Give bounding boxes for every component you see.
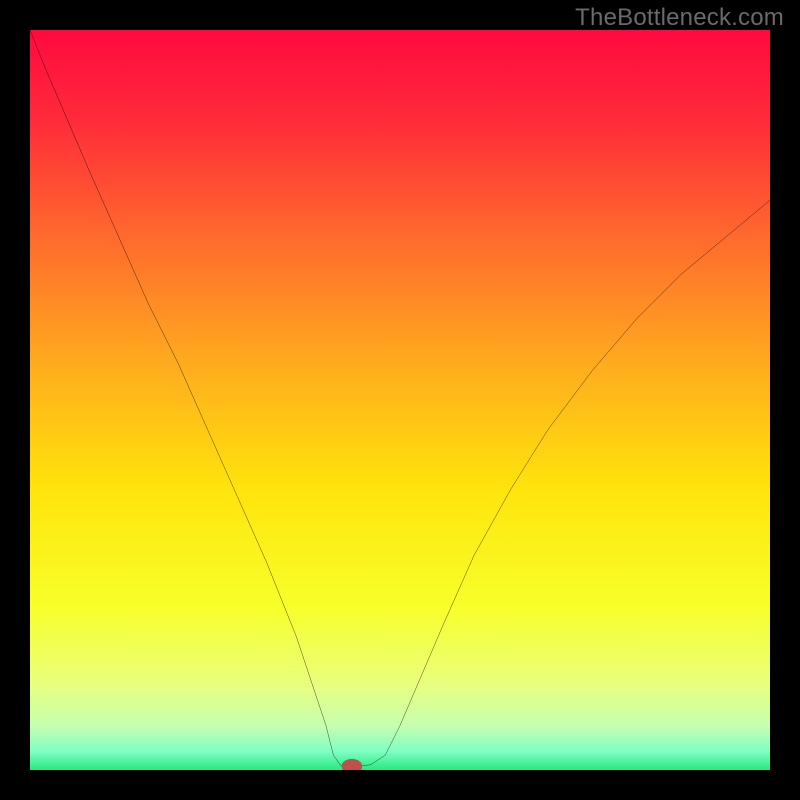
chart-svg xyxy=(30,30,770,770)
chart-background xyxy=(30,30,770,770)
plot-area xyxy=(30,30,770,770)
watermark-text: TheBottleneck.com xyxy=(575,4,784,32)
chart-frame: TheBottleneck.com xyxy=(0,0,800,800)
